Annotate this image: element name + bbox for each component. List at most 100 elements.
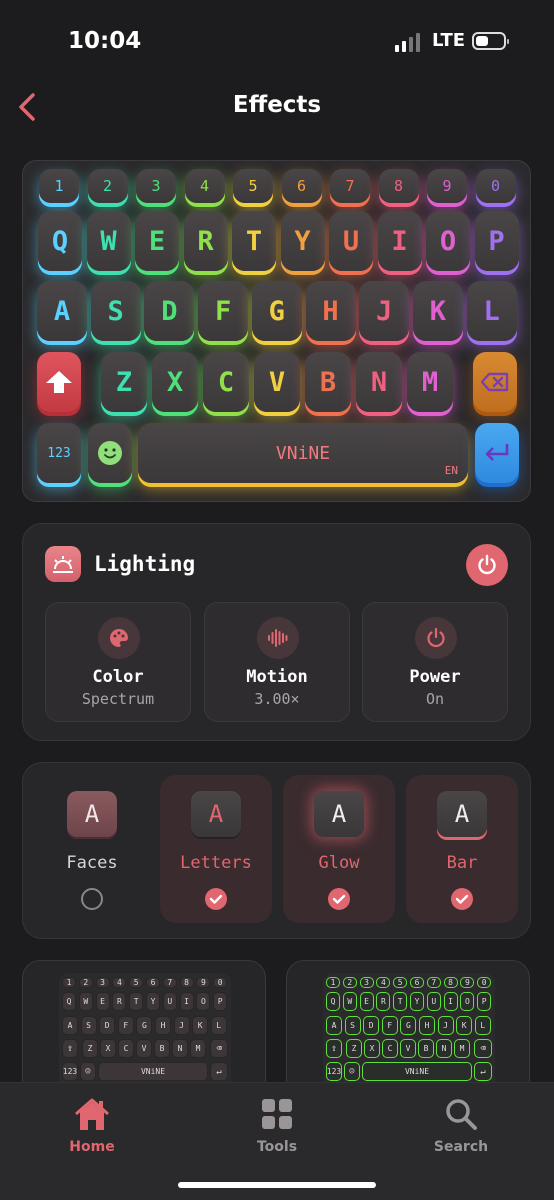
mini-key-v: V bbox=[136, 1039, 152, 1058]
option-faces[interactable]: A Faces bbox=[36, 775, 148, 923]
key-w[interactable]: W bbox=[86, 211, 131, 271]
mini-key-p: P bbox=[477, 992, 492, 1011]
mini-key-u: U bbox=[162, 992, 177, 1011]
key-6[interactable]: 6 bbox=[281, 169, 322, 203]
numbers-key[interactable]: 123 bbox=[37, 423, 81, 483]
key-n[interactable]: N bbox=[356, 352, 402, 412]
mini-key-1: 1 bbox=[62, 977, 76, 988]
key-x[interactable]: X bbox=[152, 352, 198, 412]
emoji-key[interactable] bbox=[88, 423, 132, 483]
palette-icon bbox=[98, 617, 140, 659]
key-1[interactable]: 1 bbox=[39, 169, 79, 203]
letters-check-icon[interactable] bbox=[205, 888, 227, 910]
key-r[interactable]: R bbox=[183, 211, 228, 271]
key-0[interactable]: 0 bbox=[475, 169, 516, 203]
keyboard-preview[interactable]: 1 2 3 4 5 6 7 8 9 0 Q W E R T Y U I O P A S D F G H J K L Z X C V B N M 123 V… bbox=[22, 160, 531, 502]
battery-icon bbox=[472, 32, 509, 50]
mini-key-o: O bbox=[460, 992, 475, 1011]
key-j[interactable]: J bbox=[359, 281, 410, 341]
key-5[interactable]: 5 bbox=[233, 169, 273, 203]
mini-key-9: 9 bbox=[460, 977, 475, 988]
space-key[interactable]: VNiNE EN bbox=[138, 423, 468, 483]
return-key[interactable] bbox=[475, 423, 519, 483]
key-7[interactable]: 7 bbox=[330, 169, 370, 203]
key-a[interactable]: A bbox=[37, 281, 87, 341]
key-y[interactable]: Y bbox=[280, 211, 325, 271]
mini-key-r: R bbox=[112, 992, 127, 1011]
glow-label: Glow bbox=[318, 853, 360, 873]
bar-label: Bar bbox=[446, 853, 478, 873]
letters-label: Letters bbox=[180, 853, 252, 873]
key-k[interactable]: K bbox=[412, 281, 463, 341]
mini-shift-key: ⇧ bbox=[326, 1039, 342, 1058]
key-f[interactable]: F bbox=[198, 281, 249, 341]
key-h[interactable]: H bbox=[305, 281, 356, 341]
mini-key-p: P bbox=[213, 992, 228, 1011]
mini-key-c: C bbox=[382, 1039, 398, 1058]
mini-key-d: D bbox=[363, 1016, 380, 1035]
key-z[interactable]: Z bbox=[101, 352, 147, 412]
sunrise-icon bbox=[45, 546, 81, 582]
bar-check-icon[interactable] bbox=[451, 888, 473, 910]
key-8[interactable]: 8 bbox=[378, 169, 419, 203]
mini-key-n: N bbox=[172, 1039, 188, 1058]
key-9[interactable]: 9 bbox=[427, 169, 467, 203]
power-tile[interactable]: Power On bbox=[362, 602, 508, 722]
key-o[interactable]: O bbox=[426, 211, 470, 271]
backspace-key[interactable] bbox=[473, 352, 517, 412]
mini-key-x: X bbox=[100, 1039, 116, 1058]
mini-key-7: 7 bbox=[162, 977, 177, 988]
key-3[interactable]: 3 bbox=[136, 169, 176, 203]
tab-search[interactable]: Search bbox=[406, 1095, 516, 1155]
option-glow[interactable]: A Glow bbox=[283, 775, 395, 923]
motion-tile[interactable]: Motion 3.00× bbox=[204, 602, 350, 722]
option-bar[interactable]: A Bar bbox=[406, 775, 518, 923]
key-c[interactable]: C bbox=[203, 352, 249, 412]
key-i[interactable]: I bbox=[377, 211, 422, 271]
mini-key-z: Z bbox=[82, 1039, 98, 1058]
key-b[interactable]: B bbox=[305, 352, 351, 412]
color-tile[interactable]: Color Spectrum bbox=[45, 602, 191, 722]
mini-key-q: Q bbox=[326, 992, 340, 1011]
shift-key[interactable] bbox=[37, 352, 81, 412]
mini-key-j: J bbox=[173, 1016, 190, 1035]
key-p[interactable]: P bbox=[474, 211, 519, 271]
key-4[interactable]: 4 bbox=[184, 169, 225, 203]
mini-backspace-key: ⌫ bbox=[474, 1039, 492, 1058]
mini-key-0: 0 bbox=[213, 977, 228, 988]
glow-check-icon[interactable] bbox=[328, 888, 350, 910]
key-g[interactable]: G bbox=[251, 281, 302, 341]
theme-thumbnail-dark[interactable]: 1 2 3 4 5 6 7 8 9 0 Q W E R T Y U I O P A S D F G H J K L ⇧ Z X C V B N M ⌫ 12… bbox=[22, 960, 266, 1100]
key-t[interactable]: T bbox=[232, 211, 276, 271]
key-m[interactable]: M bbox=[407, 352, 453, 412]
lighting-power-button[interactable] bbox=[466, 544, 508, 586]
mini-key-d: D bbox=[99, 1016, 116, 1035]
mini-key-t: T bbox=[129, 992, 144, 1011]
mini-key-8: 8 bbox=[179, 977, 194, 988]
mini-key-c: C bbox=[118, 1039, 134, 1058]
mini-key-w: W bbox=[78, 992, 93, 1011]
mini-return-key: ↵ bbox=[210, 1062, 228, 1081]
key-d[interactable]: D bbox=[144, 281, 195, 341]
mini-key-a: A bbox=[62, 1016, 78, 1035]
key-v[interactable]: V bbox=[254, 352, 300, 412]
mini-key-k: K bbox=[192, 1016, 209, 1035]
faces-radio-unchecked[interactable] bbox=[81, 888, 103, 910]
option-letters[interactable]: A Letters bbox=[160, 775, 272, 923]
theme-thumbnail-green[interactable]: 1 2 3 4 5 6 7 8 9 0 Q W E R T Y U I O P A S D F G H J K L ⇧ Z X C V B N M ⌫ 12… bbox=[286, 960, 530, 1100]
status-time: 10:04 bbox=[68, 28, 142, 54]
key-q[interactable]: Q bbox=[38, 211, 82, 271]
mini-space-key: VNiNE bbox=[362, 1062, 472, 1081]
mini-key-s: S bbox=[80, 1016, 97, 1035]
key-2[interactable]: 2 bbox=[87, 169, 128, 203]
house-icon bbox=[37, 1095, 147, 1133]
key-e[interactable]: E bbox=[135, 211, 179, 271]
tab-tools[interactable]: Tools bbox=[222, 1095, 332, 1155]
key-s[interactable]: S bbox=[90, 281, 141, 341]
tab-home[interactable]: Home bbox=[37, 1095, 147, 1155]
key-l[interactable]: L bbox=[466, 281, 517, 341]
key-u[interactable]: U bbox=[329, 211, 373, 271]
mini-key-m: M bbox=[190, 1039, 206, 1058]
mini-key-x: X bbox=[364, 1039, 380, 1058]
lighting-title: Lighting bbox=[94, 552, 196, 576]
